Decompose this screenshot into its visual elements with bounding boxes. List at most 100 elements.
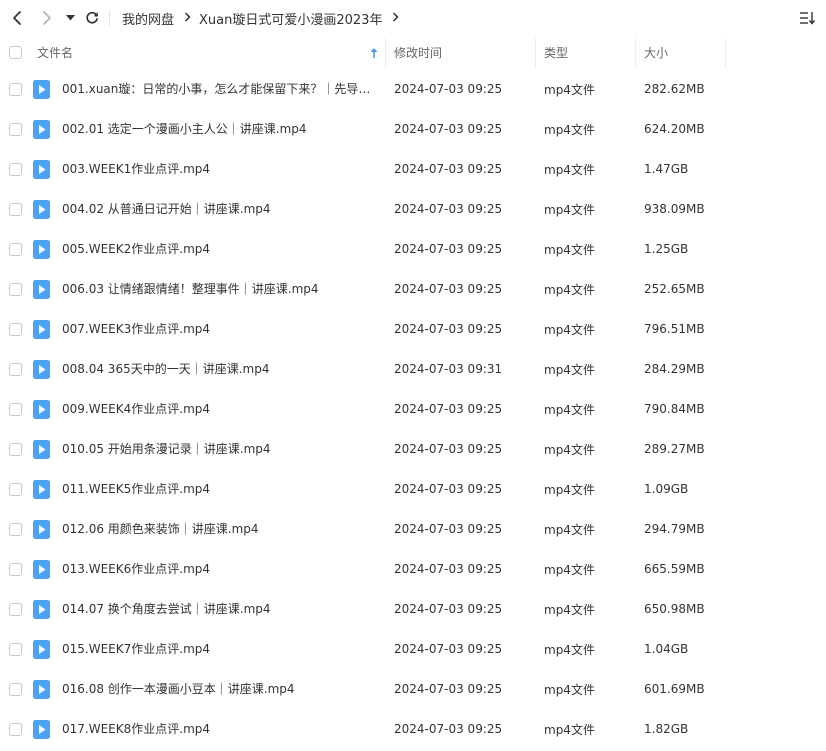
select-all-checkbox[interactable] xyxy=(9,36,22,69)
file-row[interactable]: 015.WEEK7作业点评.mp4 2024-07-03 09:25 mp4文件… xyxy=(0,629,826,669)
file-name[interactable]: 012.06 用颜色来装饰｜讲座课.mp4 xyxy=(62,509,380,549)
file-row[interactable]: 012.06 用颜色来装饰｜讲座课.mp4 2024-07-03 09:25 m… xyxy=(0,509,826,549)
dropdown-caret-icon[interactable] xyxy=(61,8,79,28)
row-checkbox[interactable] xyxy=(9,429,22,469)
file-name[interactable]: 013.WEEK6作业点评.mp4 xyxy=(62,549,380,589)
file-modified: 2024-07-03 09:25 xyxy=(394,482,503,496)
file-name[interactable]: 002.01 选定一个漫画小主人公｜讲座课.mp4 xyxy=(62,109,380,149)
video-file-icon xyxy=(33,189,50,229)
chevron-right-icon[interactable] xyxy=(392,11,400,26)
column-size[interactable]: 大小 xyxy=(644,36,668,69)
video-file-icon xyxy=(33,149,50,189)
column-type[interactable]: 类型 xyxy=(544,36,568,69)
file-size: 796.51MB xyxy=(644,322,705,336)
file-row[interactable]: 002.01 选定一个漫画小主人公｜讲座课.mp4 2024-07-03 09:… xyxy=(0,109,826,149)
file-size: 938.09MB xyxy=(644,202,705,216)
file-type: mp4文件 xyxy=(544,282,595,297)
file-type: mp4文件 xyxy=(544,522,595,537)
file-list: 001.xuan璇：日常的小事，怎么才能保留下来？｜先导篇... 2024-07… xyxy=(0,69,826,749)
breadcrumb-item-root[interactable]: 我的网盘 xyxy=(122,9,174,28)
row-checkbox[interactable] xyxy=(9,589,22,629)
row-checkbox[interactable] xyxy=(9,669,22,709)
file-type: mp4文件 xyxy=(544,642,595,657)
breadcrumb-item-folder[interactable]: Xuan璇日式可爱小漫画2023年 xyxy=(199,9,382,28)
row-checkbox[interactable] xyxy=(9,69,22,109)
file-size: 252.65MB xyxy=(644,282,705,296)
file-row[interactable]: 003.WEEK1作业点评.mp4 2024-07-03 09:25 mp4文件… xyxy=(0,149,826,189)
file-name[interactable]: 001.xuan璇：日常的小事，怎么才能保留下来？｜先导篇... xyxy=(62,69,380,109)
column-divider[interactable] xyxy=(535,38,536,68)
file-row[interactable]: 005.WEEK2作业点评.mp4 2024-07-03 09:25 mp4文件… xyxy=(0,229,826,269)
file-type: mp4文件 xyxy=(544,442,595,457)
column-name[interactable]: 文件名 xyxy=(37,36,73,69)
row-checkbox[interactable] xyxy=(9,309,22,349)
video-file-icon xyxy=(33,629,50,669)
video-file-icon xyxy=(33,69,50,109)
file-type: mp4文件 xyxy=(544,562,595,577)
row-checkbox[interactable] xyxy=(9,349,22,389)
row-checkbox[interactable] xyxy=(9,189,22,229)
video-file-icon xyxy=(33,589,50,629)
file-row[interactable]: 006.03 让情绪跟情绪！整理事件｜讲座课.mp4 2024-07-03 09… xyxy=(0,269,826,309)
row-checkbox[interactable] xyxy=(9,229,22,269)
file-modified: 2024-07-03 09:25 xyxy=(394,82,503,96)
row-checkbox[interactable] xyxy=(9,709,22,749)
column-divider[interactable] xyxy=(635,38,636,68)
row-checkbox[interactable] xyxy=(9,469,22,509)
row-checkbox[interactable] xyxy=(9,549,22,589)
row-checkbox[interactable] xyxy=(9,109,22,149)
row-checkbox[interactable] xyxy=(9,629,22,669)
file-name[interactable]: 015.WEEK7作业点评.mp4 xyxy=(62,629,380,669)
file-type: mp4文件 xyxy=(544,402,595,417)
video-file-icon xyxy=(33,429,50,469)
file-row[interactable]: 010.05 开始用条漫记录｜讲座课.mp4 2024-07-03 09:25 … xyxy=(0,429,826,469)
sort-ascending-icon[interactable] xyxy=(370,36,378,69)
file-modified: 2024-07-03 09:25 xyxy=(394,442,503,456)
file-size: 1.09GB xyxy=(644,482,689,496)
file-name[interactable]: 017.WEEK8作业点评.mp4 xyxy=(62,709,380,749)
file-modified: 2024-07-03 09:25 xyxy=(394,682,503,696)
file-row[interactable]: 011.WEEK5作业点评.mp4 2024-07-03 09:25 mp4文件… xyxy=(0,469,826,509)
column-divider[interactable] xyxy=(725,38,726,68)
row-checkbox[interactable] xyxy=(9,389,22,429)
file-row[interactable]: 008.04 365天中的一天｜讲座课.mp4 2024-07-03 09:31… xyxy=(0,349,826,389)
sort-order-icon[interactable] xyxy=(798,9,818,27)
file-row[interactable]: 016.08 创作一本漫画小豆本｜讲座课.mp4 2024-07-03 09:2… xyxy=(0,669,826,709)
file-name[interactable]: 003.WEEK1作业点评.mp4 xyxy=(62,149,380,189)
file-name[interactable]: 009.WEEK4作业点评.mp4 xyxy=(62,389,380,429)
toolbar-divider xyxy=(109,10,110,26)
file-name[interactable]: 014.07 换个角度去尝试｜讲座课.mp4 xyxy=(62,589,380,629)
file-name[interactable]: 011.WEEK5作业点评.mp4 xyxy=(62,469,380,509)
file-type: mp4文件 xyxy=(544,122,595,137)
file-name[interactable]: 010.05 开始用条漫记录｜讲座课.mp4 xyxy=(62,429,380,469)
file-modified: 2024-07-03 09:25 xyxy=(394,602,503,616)
file-name[interactable]: 005.WEEK2作业点评.mp4 xyxy=(62,229,380,269)
file-row[interactable]: 004.02 从普通日记开始｜讲座课.mp4 2024-07-03 09:25 … xyxy=(0,189,826,229)
file-name[interactable]: 006.03 让情绪跟情绪！整理事件｜讲座课.mp4 xyxy=(62,269,380,309)
file-modified: 2024-07-03 09:25 xyxy=(394,162,503,176)
column-modified[interactable]: 修改时间 xyxy=(394,36,442,69)
row-checkbox[interactable] xyxy=(9,269,22,309)
file-row[interactable]: 009.WEEK4作业点评.mp4 2024-07-03 09:25 mp4文件… xyxy=(0,389,826,429)
file-size: 601.69MB xyxy=(644,682,705,696)
file-row[interactable]: 013.WEEK6作业点评.mp4 2024-07-03 09:25 mp4文件… xyxy=(0,549,826,589)
back-arrow-icon[interactable] xyxy=(7,8,27,28)
file-row[interactable]: 007.WEEK3作业点评.mp4 2024-07-03 09:25 mp4文件… xyxy=(0,309,826,349)
row-checkbox[interactable] xyxy=(9,149,22,189)
file-modified: 2024-07-03 09:25 xyxy=(394,122,503,136)
file-type: mp4文件 xyxy=(544,202,595,217)
file-name[interactable]: 008.04 365天中的一天｜讲座课.mp4 xyxy=(62,349,380,389)
file-row[interactable]: 014.07 换个角度去尝试｜讲座课.mp4 2024-07-03 09:25 … xyxy=(0,589,826,629)
file-row[interactable]: 001.xuan璇：日常的小事，怎么才能保留下来？｜先导篇... 2024-07… xyxy=(0,69,826,109)
file-name[interactable]: 004.02 从普通日记开始｜讲座课.mp4 xyxy=(62,189,380,229)
column-divider[interactable] xyxy=(385,38,386,68)
file-name[interactable]: 016.08 创作一本漫画小豆本｜讲座课.mp4 xyxy=(62,669,380,709)
row-checkbox[interactable] xyxy=(9,509,22,549)
file-name[interactable]: 007.WEEK3作业点评.mp4 xyxy=(62,309,380,349)
file-type: mp4文件 xyxy=(544,242,595,257)
file-modified: 2024-07-03 09:25 xyxy=(394,642,503,656)
file-row[interactable]: 017.WEEK8作业点评.mp4 2024-07-03 09:25 mp4文件… xyxy=(0,709,826,749)
forward-arrow-icon[interactable] xyxy=(37,8,57,28)
refresh-icon[interactable] xyxy=(82,8,102,28)
file-type: mp4文件 xyxy=(544,722,595,737)
